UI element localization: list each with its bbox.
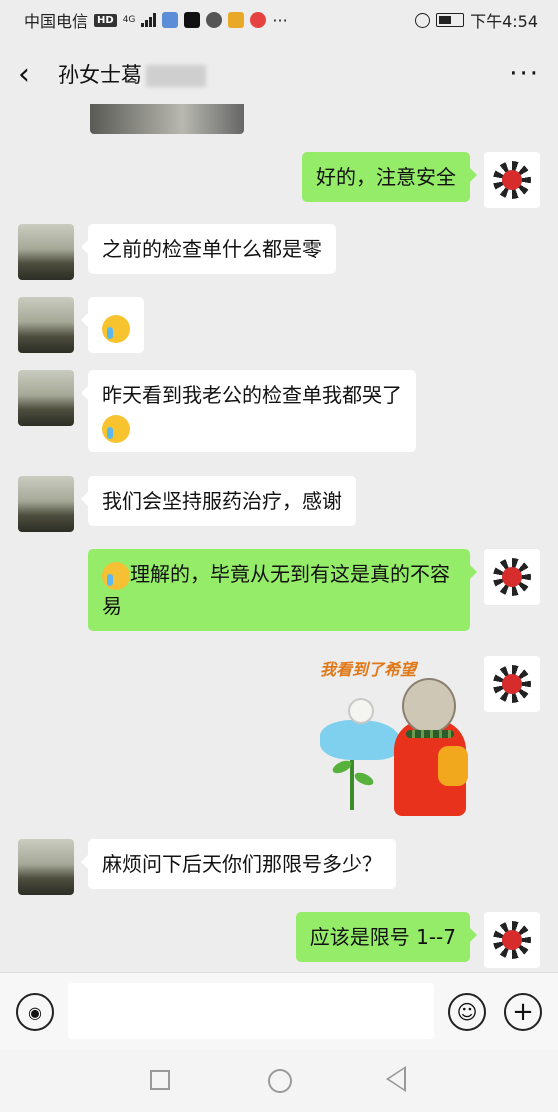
more-notifications-icon: ··· xyxy=(272,10,288,30)
my-avatar[interactable] xyxy=(484,656,540,712)
blurred-name-part xyxy=(146,65,206,87)
crying-laughing-emoji-icon xyxy=(102,414,130,443)
clock-time: 下午4:54 xyxy=(470,12,538,31)
image-message-fragment[interactable] xyxy=(90,104,244,134)
my-avatar[interactable] xyxy=(484,549,540,605)
sticker-plant xyxy=(350,760,354,810)
qq-icon xyxy=(206,12,223,28)
message-bubble-other[interactable]: 我们会坚持服药治疗，感谢 xyxy=(81,476,356,526)
message-bubble-other[interactable]: 之前的检查单什么都是零 xyxy=(81,224,336,274)
contact-avatar[interactable] xyxy=(18,297,74,353)
message-text: 我们会坚持服药治疗，感谢 xyxy=(102,489,342,513)
message-text: 理解的，毕竟从无到有这是真的不容易 xyxy=(102,562,450,618)
monk-sticker[interactable]: 我看到了希望 xyxy=(310,650,470,820)
input-bar: ◉ ☺ + xyxy=(0,972,558,1050)
my-avatar[interactable] xyxy=(484,152,540,208)
more-options-icon[interactable]: ··· xyxy=(509,59,540,89)
message-bubble-other[interactable] xyxy=(81,297,144,353)
network-type: 4G xyxy=(122,15,136,25)
battery-icon xyxy=(436,13,465,27)
video-app-icon xyxy=(228,12,245,28)
alarm-icon xyxy=(415,12,431,28)
org-logo-icon xyxy=(493,161,531,199)
voice-icon[interactable]: ◉ xyxy=(16,993,54,1031)
back-arrow-icon[interactable]: ‹ xyxy=(18,57,48,92)
message-bubble-self[interactable]: 好的，注意安全 xyxy=(302,152,477,202)
status-left: 中国电信 HD 4G ··· xyxy=(24,8,288,32)
emoji-icon[interactable]: ☺ xyxy=(448,993,486,1031)
signal-icon xyxy=(141,13,157,27)
sticker-monk-head xyxy=(402,678,456,734)
sticker-prayer-beads xyxy=(406,730,454,738)
home-icon[interactable] xyxy=(268,1069,292,1093)
sticker-monk-sleeve xyxy=(438,746,468,786)
contact-avatar[interactable] xyxy=(18,476,74,532)
org-logo-icon xyxy=(493,921,531,959)
message-bubble-self[interactable]: 应该是限号 1--7 xyxy=(295,912,478,962)
chat-area[interactable]: 好的，注意安全 之前的检查单什么都是零 昨天看到我老公的检查单我都哭了 我们会坚… xyxy=(0,104,558,970)
message-text: 之前的检查单什么都是零 xyxy=(102,237,322,261)
message-input[interactable] xyxy=(68,983,434,1039)
system-back-icon[interactable] xyxy=(386,1066,406,1092)
contact-avatar[interactable] xyxy=(18,839,74,895)
message-bubble-other[interactable]: 昨天看到我老公的检查单我都哭了 xyxy=(81,370,416,452)
hugging-emoji-icon xyxy=(102,561,130,590)
hd-badge: HD xyxy=(94,13,117,27)
carrier-label: 中国电信 xyxy=(24,12,89,31)
weibo-icon xyxy=(250,12,267,28)
status-bar: 中国电信 HD 4G ··· 下午4:54 xyxy=(0,0,558,40)
baidu-icon xyxy=(162,12,179,28)
message-text: 应该是限号 1--7 xyxy=(309,925,456,949)
sticker-caption: 我看到了希望 xyxy=(320,660,417,679)
message-text: 昨天看到我老公的检查单我都哭了 xyxy=(102,383,402,407)
status-right: 下午4:54 xyxy=(415,8,538,32)
plus-icon[interactable]: + xyxy=(504,993,542,1031)
message-bubble-self[interactable]: 理解的，毕竟从无到有这是真的不容易 xyxy=(88,549,477,631)
sticker-leaf xyxy=(352,770,376,788)
contact-name-text: 孙女士葛 xyxy=(58,63,142,87)
chat-header: ‹ 孙女士葛 ··· xyxy=(0,44,558,104)
loudly-crying-emoji-icon xyxy=(102,314,130,343)
sticker-water xyxy=(320,720,400,760)
recent-apps-icon[interactable] xyxy=(150,1070,170,1090)
tiktok-icon xyxy=(184,12,201,28)
message-text: 麻烦问下后天你们那限号多少？ xyxy=(102,852,382,876)
system-navigation-bar xyxy=(0,1050,558,1112)
contact-name: 孙女士葛 xyxy=(58,59,206,89)
contact-avatar[interactable] xyxy=(18,370,74,426)
org-logo-icon xyxy=(493,558,531,596)
org-logo-icon xyxy=(493,665,531,703)
message-text: 好的，注意安全 xyxy=(316,165,456,189)
my-avatar[interactable] xyxy=(484,912,540,968)
sticker-sun xyxy=(348,698,374,724)
message-bubble-other[interactable]: 麻烦问下后天你们那限号多少？ xyxy=(81,839,396,889)
contact-avatar[interactable] xyxy=(18,224,74,280)
